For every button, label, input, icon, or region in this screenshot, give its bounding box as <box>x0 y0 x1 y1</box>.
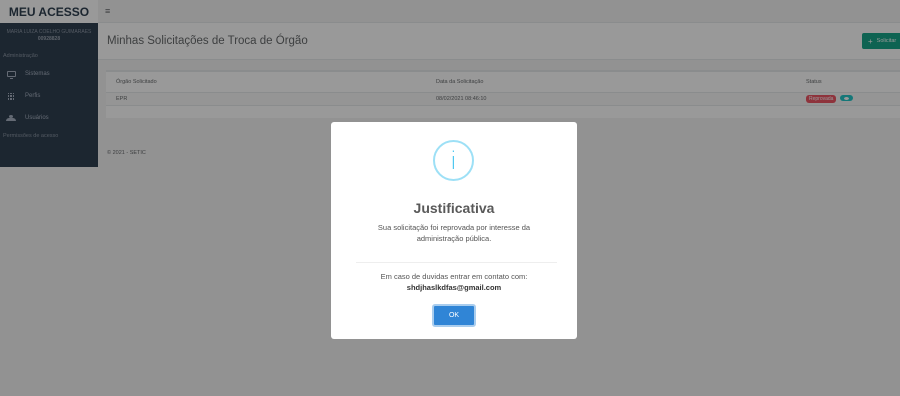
justification-modal: i Justificativa Sua solicitação foi repr… <box>331 122 577 339</box>
modal-title: Justificativa <box>413 200 495 216</box>
info-icon: i <box>433 140 474 181</box>
info-glyph: i <box>450 146 457 175</box>
modal-contact-email: shdjhaslkdfas@gmail.com <box>406 283 502 292</box>
modal-contact-text: Em caso de duvidas entrar em contato com… <box>380 272 528 281</box>
ok-button[interactable]: OK <box>432 304 476 327</box>
modal-message: Sua solicitação foi reprovada por intere… <box>377 223 531 243</box>
modal-divider <box>356 262 557 263</box>
